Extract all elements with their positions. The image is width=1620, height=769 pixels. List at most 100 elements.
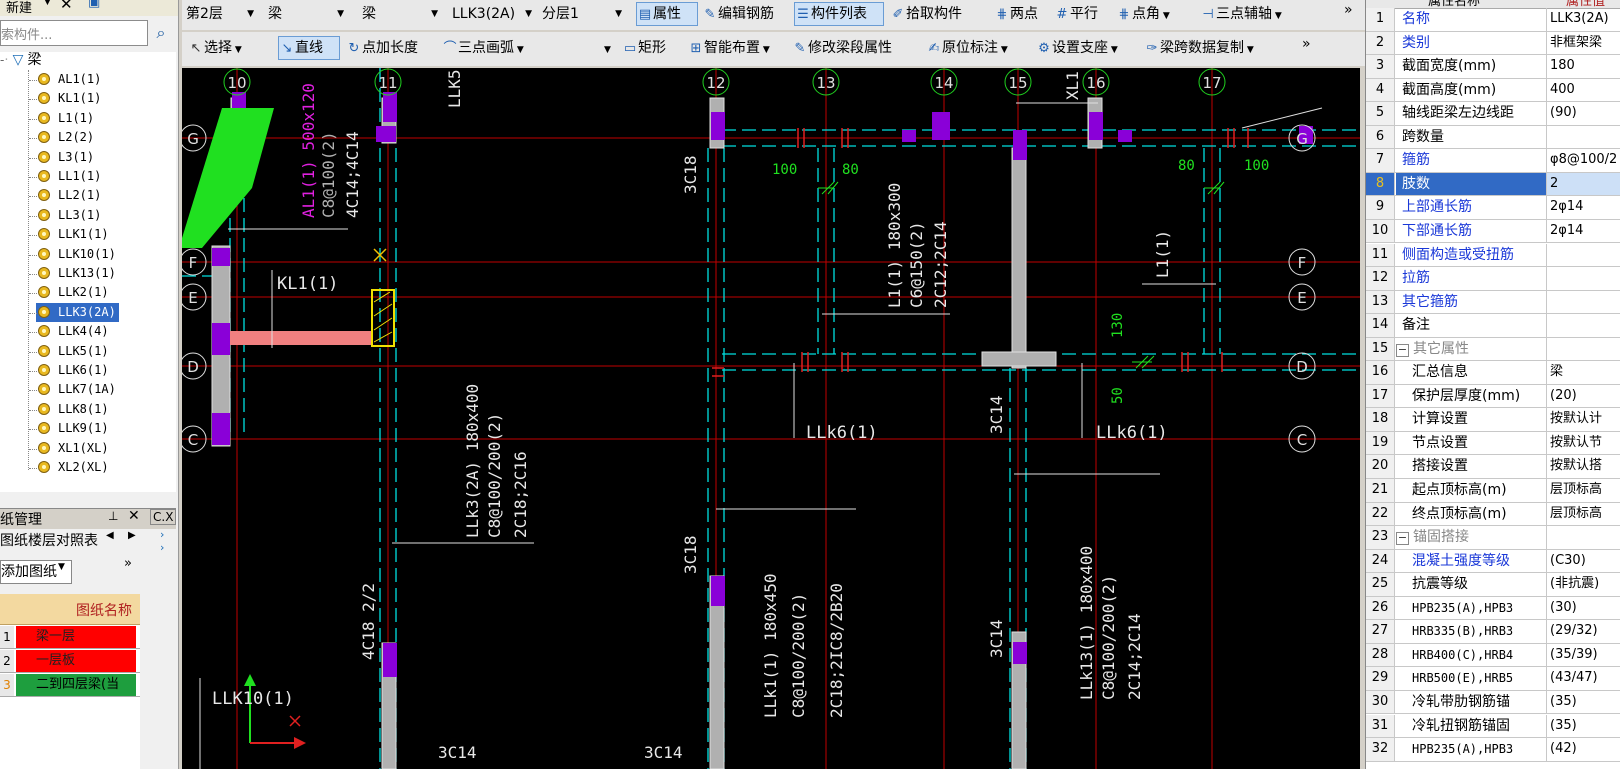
property-value[interactable]: (20)	[1546, 384, 1620, 408]
chevron-down-icon[interactable]: ▼	[44, 0, 51, 7]
modify-segment-button[interactable]: ✎ 修改梁段属性	[792, 36, 892, 60]
three-point-arc-button[interactable]: ⌒ 三点画弧 ▼	[442, 36, 523, 60]
drawing-row[interactable]: 1 梁一层	[0, 626, 140, 649]
line-button[interactable]: ↘ 直线	[278, 36, 340, 60]
property-row[interactable]: 15− 其它属性	[1366, 337, 1620, 362]
property-row[interactable]: 29 HRB500(E),HRB5 (43/47)	[1366, 667, 1620, 691]
tree-item[interactable]: L1(1)	[36, 109, 97, 128]
property-row[interactable]: 11 侧面构造或受扭筋	[1366, 243, 1620, 267]
tab-drawing-floor-map[interactable]: 图纸楼层对照表	[0, 533, 98, 549]
property-value[interactable]: (C30)	[1546, 549, 1620, 573]
property-value[interactable]: 2φ14	[1546, 196, 1620, 219]
tree-item[interactable]: LLK7(1A)	[36, 380, 119, 399]
component-list-button[interactable]: ☰ 构件列表	[794, 2, 884, 26]
property-row[interactable]: 28 HRB400(C),HRB4 (35/39)	[1366, 643, 1620, 668]
in-situ-mark-button[interactable]: ✍ 原位标注 ▼	[926, 36, 1008, 60]
more-icon[interactable]: »	[1302, 32, 1311, 56]
tree-item[interactable]: XL2(XL)	[36, 458, 112, 477]
search-icon[interactable]: ⌕	[148, 20, 174, 46]
collapse-icon[interactable]: −	[1396, 343, 1409, 357]
tree-item[interactable]: LLK9(1)	[36, 419, 112, 438]
property-row[interactable]: 2 类别 非框架梁	[1366, 31, 1620, 56]
set-support-button[interactable]: ⚙ 设置支座 ▼	[1036, 36, 1118, 60]
tree-item[interactable]: LLK2(1)	[36, 283, 112, 302]
property-row[interactable]: 14 备注	[1366, 314, 1620, 338]
tree-item[interactable]: LLK8(1)	[36, 400, 112, 419]
tab-prev-icon[interactable]: ◀	[106, 530, 114, 541]
property-row[interactable]: 31 冷轧扭钢筋锚固 (35)	[1366, 714, 1620, 738]
collapse-icon[interactable]: −	[1396, 532, 1409, 546]
property-value[interactable]: 2φ14	[1546, 219, 1620, 243]
tree-item[interactable]: LLK10(1)	[36, 245, 119, 264]
property-row[interactable]: 3 截面宽度(mm) 180	[1366, 55, 1620, 79]
property-row[interactable]: 19 节点设置 按默认节	[1366, 431, 1620, 456]
property-value[interactable]: 按默认计	[1546, 408, 1620, 431]
property-row[interactable]: 17 保护层厚度(mm) (20)	[1366, 384, 1620, 409]
property-value[interactable]: (35/39)	[1546, 643, 1620, 667]
two-points-button[interactable]: ⋕ 两点	[994, 2, 1038, 26]
tree-item[interactable]: XL1(XL)	[36, 439, 112, 458]
tab-next-icon[interactable]: ▶	[128, 530, 136, 541]
property-row[interactable]: 26 HPB235(A),HPB3 (30)	[1366, 596, 1620, 621]
type-select[interactable]: 梁 ▼	[362, 2, 442, 26]
tree-item[interactable]: AL1(1)	[36, 70, 104, 89]
property-value[interactable]: 按默认节	[1546, 431, 1620, 455]
smart-layout-button[interactable]: ⊞ 智能布置 ▼	[688, 36, 770, 60]
new-button[interactable]: 新建	[6, 0, 32, 16]
shape-dropdown[interactable]: ▼	[604, 36, 611, 60]
floor-select[interactable]: 第2层 ▼	[186, 2, 258, 26]
tree-item[interactable]: L3(1)	[36, 148, 97, 167]
pin-icon[interactable]: ⊥	[108, 509, 118, 523]
tree-item[interactable]: LLK5(1)	[36, 342, 112, 361]
pick-component-button[interactable]: ✐ 拾取构件	[890, 2, 962, 26]
tree-item[interactable]: LLK4(4)	[36, 322, 112, 341]
property-value[interactable]: (43/47)	[1546, 667, 1620, 690]
span-copy-button[interactable]: ✑ 梁跨数据复制 ▼	[1144, 36, 1254, 60]
property-row[interactable]: 25 抗震等级 (非抗震)	[1366, 573, 1620, 597]
property-value[interactable]: LLK3(2A)	[1546, 8, 1620, 31]
three-point-aux-button[interactable]: ⊣ 三点辅轴 ▼	[1200, 2, 1281, 26]
property-row[interactable]: 22 终点顶标高(m) 层顶标高	[1366, 502, 1620, 527]
property-value[interactable]: (35)	[1546, 690, 1620, 714]
property-value[interactable]: 层顶标高	[1546, 502, 1620, 526]
property-row[interactable]: 9 上部通长筋 2φ14	[1366, 196, 1620, 220]
property-value[interactable]: 400	[1546, 78, 1620, 102]
property-row[interactable]: 6 跨数量	[1366, 125, 1620, 150]
property-row[interactable]: 13 其它箍筋	[1366, 290, 1620, 315]
parallel-button[interactable]: # 平行	[1054, 2, 1098, 26]
property-value[interactable]	[1546, 243, 1620, 266]
property-row[interactable]: 21 起点顶标高(m) 层顶标高	[1366, 479, 1620, 503]
drawing-row[interactable]: 2 一层板	[0, 650, 140, 673]
property-value[interactable]	[1546, 314, 1620, 337]
property-row[interactable]: 16 汇总信息 梁	[1366, 361, 1620, 385]
property-row[interactable]: 10 下部通长筋 2φ14	[1366, 219, 1620, 244]
sublayer-select[interactable]: 分层1 ▼	[542, 2, 626, 26]
property-value[interactable]	[1546, 125, 1620, 149]
property-value[interactable]: 180	[1546, 55, 1620, 78]
property-value[interactable]: φ8@100/2	[1546, 149, 1620, 172]
tree-item[interactable]: LL1(1)	[36, 167, 104, 186]
property-value[interactable]: 层顶标高	[1546, 479, 1620, 502]
property-value[interactable]	[1546, 267, 1620, 290]
point-angle-button[interactable]: ⋕ 点角 ▼	[1116, 2, 1170, 26]
property-row[interactable]: 20 搭接设置 按默认搭	[1366, 455, 1620, 479]
tree-item[interactable]: LLK13(1)	[36, 264, 119, 283]
property-value[interactable]: (非抗震)	[1546, 573, 1620, 596]
drawing-row[interactable]: 3 二到四层梁(当	[0, 674, 140, 697]
tree-item[interactable]: L2(2)	[36, 128, 97, 147]
more-icon[interactable]: »	[124, 556, 132, 571]
copy-icon[interactable]: ▣	[88, 0, 100, 10]
property-row[interactable]: 18 计算设置 按默认计	[1366, 408, 1620, 432]
search-input[interactable]: 索构件...	[0, 20, 148, 46]
property-row[interactable]: 30 冷轧带肋钢筋锚 (35)	[1366, 690, 1620, 715]
tree-item[interactable]: LL2(1)	[36, 186, 104, 205]
tree-item[interactable]: LLK1(1)	[36, 225, 112, 244]
property-row[interactable]: 1 名称 LLK3(2A)	[1366, 8, 1620, 32]
property-row[interactable]: 24 混凝土强度等级 (C30)	[1366, 549, 1620, 574]
property-value[interactable]: (35)	[1546, 714, 1620, 737]
property-row[interactable]: 7 箍筋 φ8@100/2	[1366, 149, 1620, 173]
property-row[interactable]: 32 HPB235(A),HPB3 (42)	[1366, 738, 1620, 762]
rectangle-button[interactable]: ▭ 矩形	[622, 36, 666, 60]
property-row[interactable]: 27 HRB335(B),HRB3 (29/32)	[1366, 620, 1620, 644]
delete-icon[interactable]: ✕	[60, 0, 73, 13]
